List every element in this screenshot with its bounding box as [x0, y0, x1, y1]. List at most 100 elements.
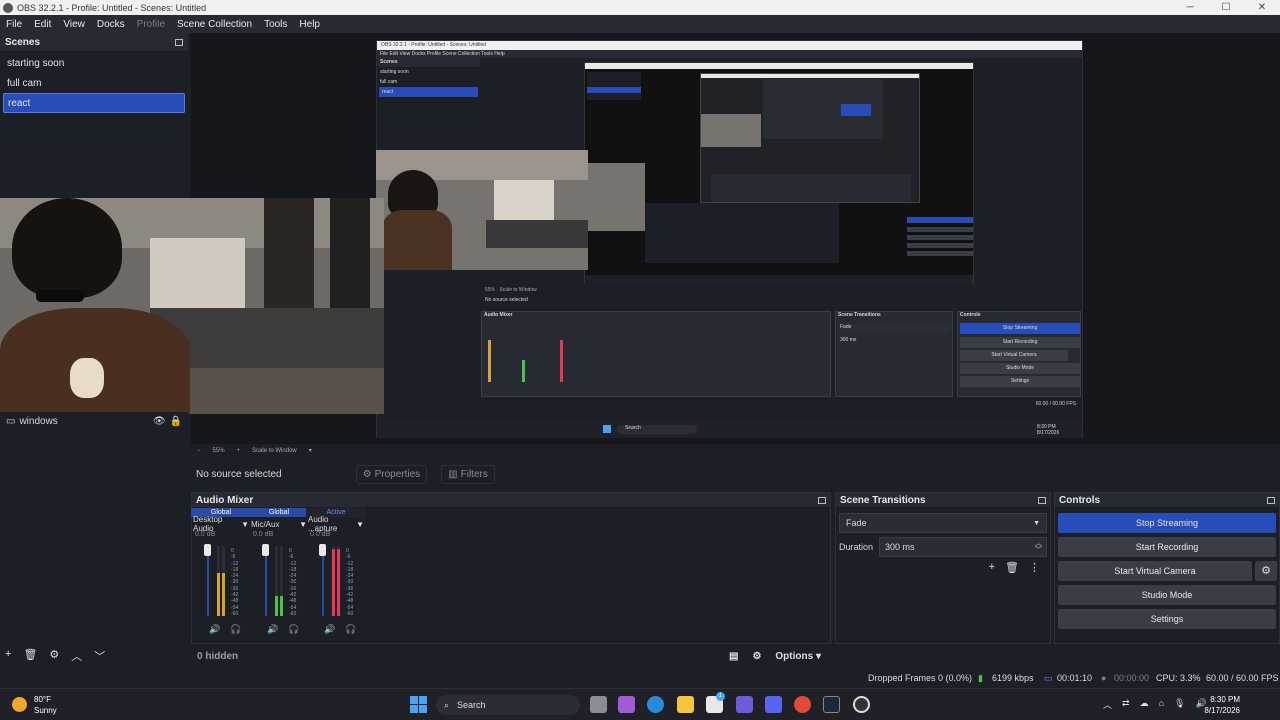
level-meter-fill [337, 549, 340, 616]
channel-name-select[interactable]: Desktop Audio ▼ [191, 515, 251, 533]
level-meter-right [280, 546, 283, 616]
filters-button[interactable]: ▥ Filters [441, 464, 495, 484]
undock-icon[interactable] [818, 496, 826, 504]
studio-mode-button[interactable]: Studio Mode [1058, 585, 1276, 605]
fps: 60.00 / 60.00 FPS [1206, 673, 1279, 683]
source-properties-icon[interactable]: ⚙ [49, 648, 59, 664]
duration-input[interactable]: 300 ms ︿ ﹀ [879, 537, 1047, 557]
scene-item-full-cam[interactable]: full cam [3, 73, 185, 93]
level-meter-right [222, 546, 225, 616]
undock-icon[interactable] [1267, 496, 1275, 504]
add-source-icon[interactable]: + [5, 648, 11, 664]
headphones-icon[interactable]: 🎧 [230, 624, 241, 635]
close-icon[interactable]: ✕ [1244, 0, 1280, 15]
meter-ticks: 0 -6 -12 -18 -24 -30 -36 -42 -48 -54 -60 [231, 548, 238, 617]
obs-taskbar-icon[interactable] [853, 696, 870, 713]
meter-tick-label: -60 [346, 610, 354, 617]
properties-button[interactable]: ⚙ Properties [355, 464, 428, 484]
more-options-icon[interactable]: ⋮ [1029, 561, 1040, 574]
copilot-icon[interactable] [618, 696, 635, 713]
search-icon: ⌕ [444, 699, 450, 710]
speaker-icon[interactable]: 🔊 [267, 624, 278, 635]
volume-fader-knob[interactable] [319, 544, 326, 556]
nested-settings: Settings [960, 376, 1080, 387]
chrome-icon[interactable] [794, 696, 811, 713]
lock-icon[interactable]: 🔒 [170, 416, 182, 427]
menu-docks[interactable]: Docks [91, 19, 131, 30]
nested-controls: Controls Stop Streaming Start Recording … [957, 311, 1081, 397]
edge-browser-icon[interactable] [647, 696, 664, 713]
headphones-icon[interactable]: 🎧 [288, 624, 299, 635]
hidden-count: 0 hidden [197, 650, 239, 662]
headphones-icon[interactable]: 🎧 [345, 624, 356, 635]
transition-select[interactable]: Fade ▼ [839, 513, 1047, 533]
start-recording-button[interactable]: Start Recording [1058, 537, 1276, 557]
scale-mode-select[interactable]: Scale to Window [252, 448, 297, 454]
remove-transition-icon[interactable]: 🗑 [1005, 561, 1019, 574]
volume-fader-knob[interactable] [204, 544, 211, 556]
record-time: 00:00:00 [1114, 673, 1150, 683]
options-label: Options [775, 650, 814, 662]
move-down-icon[interactable]: ﹀ [94, 648, 105, 664]
source-item-windows[interactable]: ▭ windows 👁 🔒 [0, 412, 188, 430]
weather-widget[interactable]: 80°F Sunny [34, 694, 57, 716]
taskbar-search-box[interactable]: ⌕ Search [436, 695, 580, 715]
menu-file[interactable]: File [0, 19, 28, 30]
cloud-icon[interactable]: ☁ [1140, 698, 1149, 711]
options-button[interactable]: Options ▾ [775, 651, 821, 662]
move-up-icon[interactable]: ︿ [71, 648, 82, 664]
nested-zoom: 55% [485, 287, 496, 293]
layout-icon[interactable]: ▤ [729, 651, 738, 662]
speaker-icon[interactable]: 🔊 [209, 624, 220, 635]
clock[interactable]: 8:30 PM 8/17/2026 [1204, 694, 1240, 716]
file-explorer-icon[interactable] [677, 696, 694, 713]
zoom-out-icon[interactable]: − [197, 448, 201, 454]
add-transition-icon[interactable]: + [989, 561, 995, 574]
undock-icon[interactable] [175, 38, 183, 46]
speaker-icon[interactable]: 🔊 [324, 624, 335, 635]
scene-item-starting-soon[interactable]: starting soon [3, 53, 185, 73]
visibility-eye-icon[interactable]: 👁 [153, 416, 166, 427]
zoom-in-icon[interactable]: + [237, 448, 241, 454]
volume-fader-track[interactable] [207, 546, 209, 616]
mic-icon[interactable]: 🎙 [1174, 698, 1185, 711]
windows-start-icon[interactable] [410, 696, 427, 713]
steam-icon[interactable] [823, 696, 840, 713]
task-view-icon[interactable] [590, 696, 607, 713]
meter-tick-label: -30 [346, 579, 354, 586]
volume-fader-knob[interactable] [262, 544, 269, 556]
start-virtual-camera-button[interactable]: Start Virtual Camera [1058, 561, 1252, 581]
apps-grid-icon[interactable] [736, 696, 753, 713]
menu-edit[interactable]: Edit [28, 19, 57, 30]
menu-tools[interactable]: Tools [258, 19, 293, 30]
virtual-camera-settings-gear-icon[interactable]: ⚙ [1255, 561, 1277, 581]
chevron-up-icon[interactable]: ︿ [1103, 698, 1112, 711]
menu-scene-collection[interactable]: Scene Collection [171, 19, 258, 30]
menu-help[interactable]: Help [293, 19, 326, 30]
remove-source-icon[interactable]: 🗑 [23, 648, 37, 664]
settings-button[interactable]: Settings [1058, 609, 1276, 629]
volume-fader-track[interactable] [322, 546, 324, 616]
maximize-icon[interactable]: ☐ [1208, 0, 1244, 15]
channel-icons: 🔊 🎧 [267, 624, 299, 635]
undock-icon[interactable] [1038, 496, 1046, 504]
properties-label: Properties [374, 468, 421, 480]
menu-profile[interactable]: Profile [131, 19, 171, 30]
chevron-down-icon[interactable]: ▾ [309, 447, 312, 454]
advanced-audio-icon[interactable]: ⚙ [752, 651, 761, 662]
volume-fader-track[interactable] [265, 546, 267, 616]
minimize-icon[interactable]: ─ [1172, 0, 1208, 15]
discord-icon[interactable] [765, 696, 782, 713]
stop-streaming-button[interactable]: Stop Streaming [1058, 513, 1276, 533]
channel-name-select[interactable]: Audio ...apture ▼ [306, 515, 366, 533]
level-meter-fill [332, 549, 335, 616]
nested-virtual-camera: Start Virtual Camera [960, 350, 1068, 361]
channel-name-select[interactable]: Mic/Aux ▼ [249, 517, 309, 531]
menu-view[interactable]: View [57, 19, 91, 30]
network-icon[interactable]: ⇄ [1122, 698, 1130, 711]
spinner-icon[interactable]: ︿ ﹀ [1035, 540, 1042, 554]
scene-item-react[interactable]: react [3, 93, 185, 113]
sun-weather-icon[interactable] [12, 697, 27, 712]
wifi-icon[interactable]: ⌂ [1159, 698, 1164, 711]
obs-logo-icon [3, 2, 13, 13]
